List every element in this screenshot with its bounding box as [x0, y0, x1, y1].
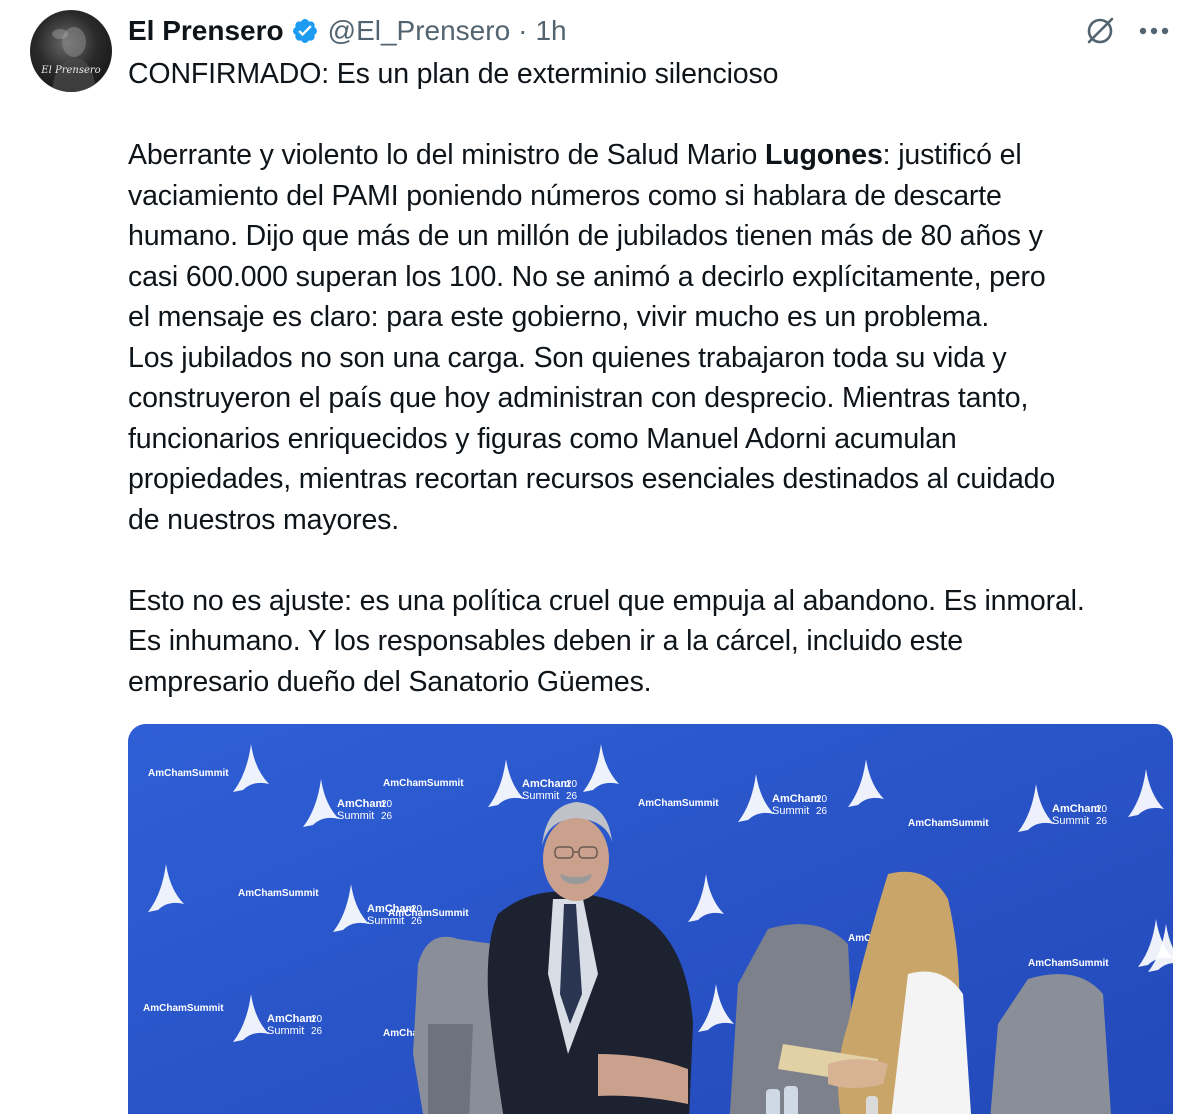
svg-text:AmCham: AmCham [772, 793, 821, 805]
event-photo: AmChamSummitAmChamSummit2026AmChamSummit… [128, 724, 1173, 1114]
svg-text:Summit: Summit [267, 1025, 304, 1037]
tweet-line: funcionarios enriquecidos y figuras como… [128, 422, 957, 455]
backdrop-logo: AmChamSummit [908, 818, 989, 829]
svg-text:AmChamSummit: AmChamSummit [238, 888, 319, 899]
tweet-line: de nuestros mayores. [128, 503, 400, 536]
svg-text:AmCham: AmCham [1052, 803, 1101, 815]
svg-text:AmChamSummit: AmChamSummit [638, 798, 719, 809]
verified-badge-icon[interactable] [291, 17, 319, 45]
tweet-line-text: Aberrante y violento lo del ministro de … [128, 139, 765, 171]
tweet-line: vaciamiento del PAMI poniendo números co… [128, 179, 1002, 212]
more-dots-icon [1139, 27, 1169, 35]
svg-text:20: 20 [816, 794, 828, 805]
svg-text:20: 20 [566, 779, 578, 790]
svg-text:AmCham: AmCham [337, 798, 386, 810]
svg-text:26: 26 [816, 806, 828, 817]
tweet-line: humano. Dijo que más de un millón de jub… [128, 220, 1043, 252]
svg-text:26: 26 [311, 1026, 323, 1037]
backdrop-logo: AmChamSummit [238, 888, 319, 899]
svg-text:20: 20 [381, 799, 393, 810]
tweet-media-image[interactable]: AmChamSummit AmCham Summit 20 26 AmChamSummit… [128, 724, 1173, 1114]
tweet-line: Esto no es ajuste: es una política cruel… [128, 584, 1085, 617]
tweet-line: casi 600.000 superan los 100. No se anim… [128, 260, 1046, 293]
backdrop-logo: AmChamSummit [143, 1003, 224, 1014]
tweet-line: Los jubilados no son una carga. Son quie… [128, 341, 1007, 374]
svg-text:AmChamSummit: AmChamSummit [388, 908, 469, 919]
backdrop-logo: AmChamSummit [638, 798, 719, 809]
slashed-circle-icon [1087, 17, 1114, 44]
separator-dot: · [518, 15, 528, 46]
svg-text:AmChamSummit: AmChamSummit [143, 1003, 224, 1014]
tweet-line: Es inhumano. Y los responsables deben ir… [128, 625, 963, 657]
svg-text:Summit: Summit [522, 790, 559, 802]
tweet-header: El Prensero @El_Prensero · 1h [128, 12, 567, 50]
svg-text:Summit: Summit [337, 810, 374, 822]
svg-text:AmChamSummit: AmChamSummit [383, 778, 464, 789]
svg-text:26: 26 [566, 791, 578, 802]
svg-text:20: 20 [1096, 804, 1108, 815]
svg-text:26: 26 [1096, 816, 1108, 827]
tweet-card: El Prensero El Prensero @El_Prensero · 1… [0, 0, 1200, 1114]
svg-text:AmCham: AmCham [267, 1013, 316, 1025]
display-name[interactable]: El Prensero [128, 15, 284, 47]
svg-text:20: 20 [311, 1014, 323, 1025]
grok-button[interactable] [1080, 11, 1120, 51]
tweet-headline: CONFIRMADO: Es un plan de exterminio sil… [128, 58, 779, 90]
tweet-line: empresario dueño del Sanatorio Güemes. [128, 665, 652, 698]
tweet-line: construyeron el país que hoy administran… [128, 382, 1029, 414]
backdrop-logo: AmChamSummit [148, 768, 229, 779]
avatar-silhouette [52, 27, 96, 92]
svg-text:AmChamSummit: AmChamSummit [148, 768, 229, 779]
tweet-line: Aberrante y violento lo del ministro de … [128, 135, 1178, 176]
svg-text:AmChamSummit: AmChamSummit [908, 818, 989, 829]
avatar[interactable]: El Prensero [30, 10, 112, 92]
handle[interactable]: @El_Prensero [328, 15, 511, 47]
tweet-line: propiedades, mientras recortan recursos … [128, 463, 1056, 495]
backdrop-logo: AmChamSummit [1028, 958, 1109, 969]
svg-text:AmChamSummit: AmChamSummit [1028, 958, 1109, 969]
avatar-caption: El Prensero [41, 65, 101, 76]
svg-text:Summit: Summit [1052, 815, 1089, 827]
svg-text:AmCham: AmCham [522, 778, 571, 790]
tweet-text: CONFIRMADO: Es un plan de exterminio sil… [128, 54, 1178, 702]
backdrop-logo: AmChamSummit [388, 908, 469, 919]
svg-text:Summit: Summit [772, 805, 809, 817]
timestamp[interactable]: 1h [535, 15, 566, 47]
more-button[interactable] [1134, 11, 1174, 51]
backdrop-logo: AmChamSummit [383, 778, 464, 789]
tweet-line: el mensaje es claro: para este gobierno,… [128, 301, 990, 333]
tweet-line-text: : justificó el [882, 139, 1022, 171]
highlighted-name: Lugones [764, 139, 883, 171]
svg-text:26: 26 [381, 811, 393, 822]
